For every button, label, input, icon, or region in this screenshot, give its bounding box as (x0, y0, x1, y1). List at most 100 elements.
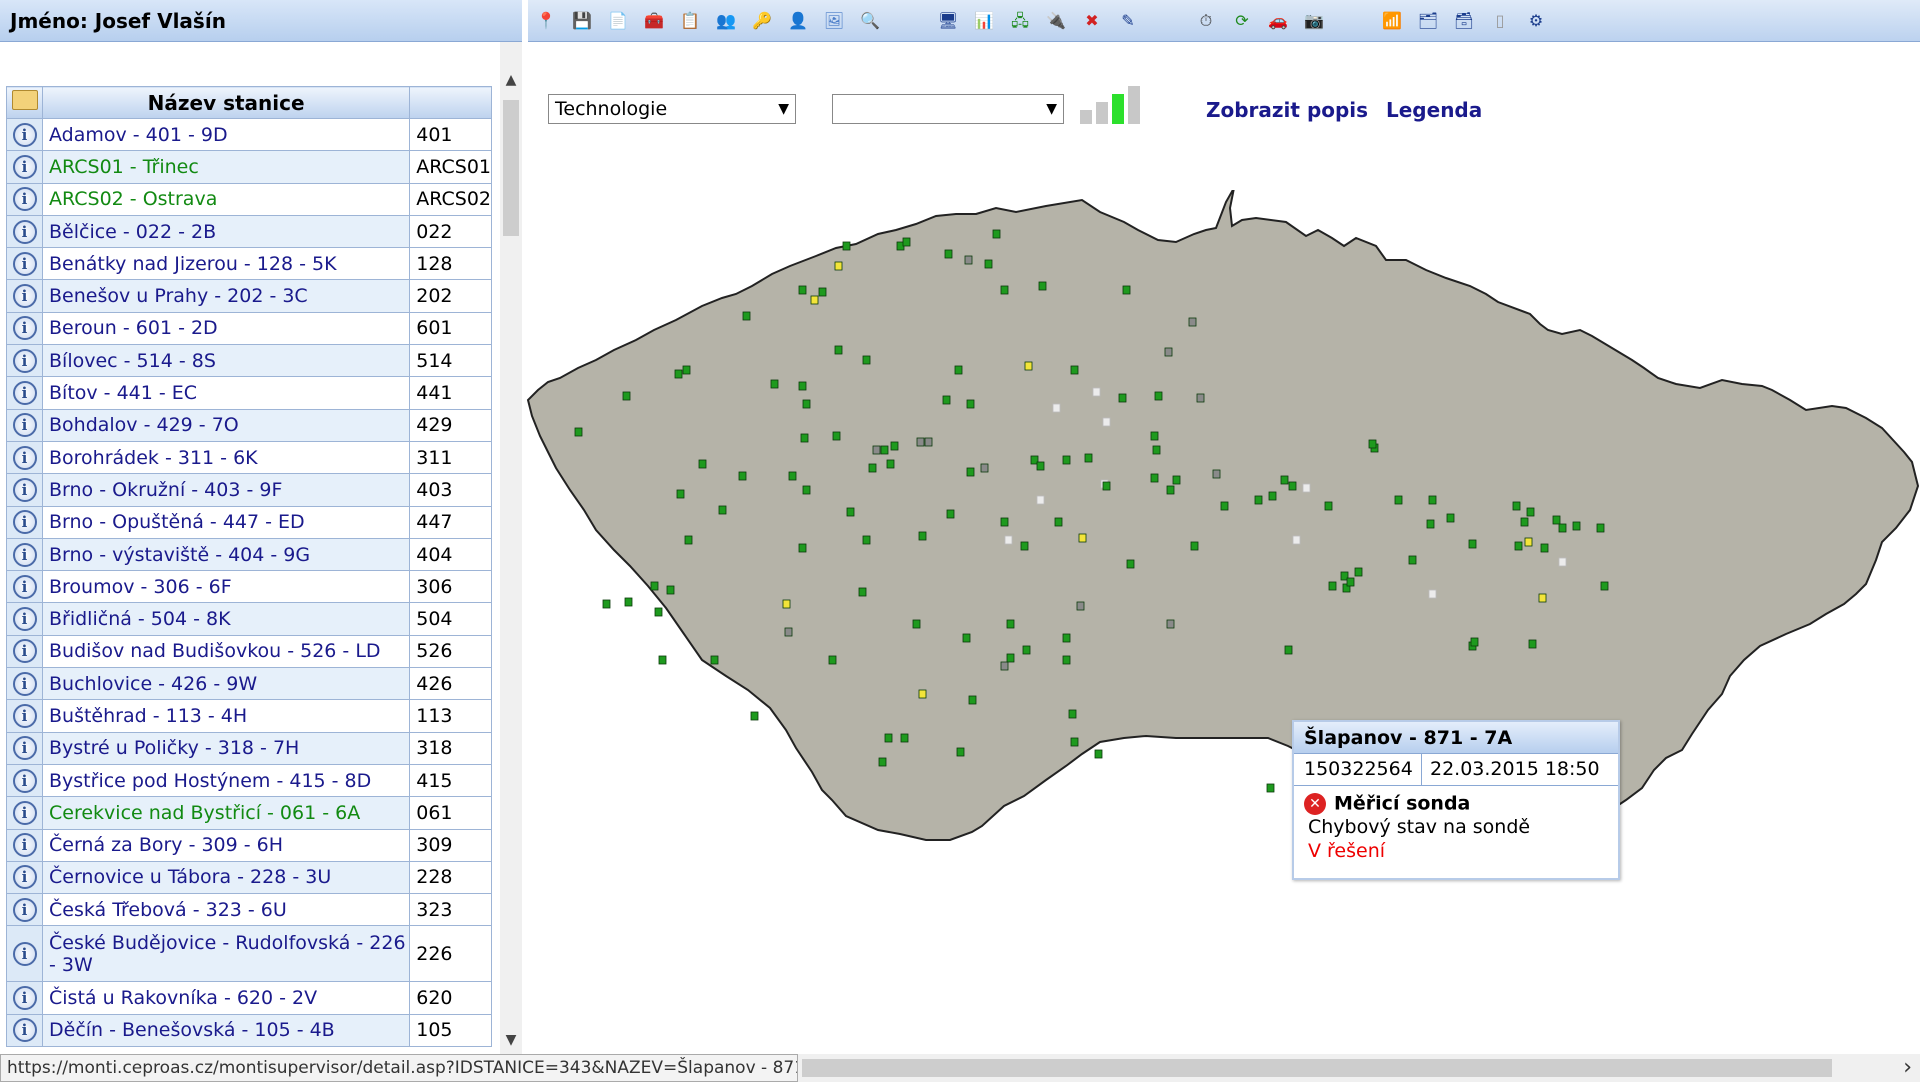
station-marker[interactable] (890, 441, 899, 451)
station-row[interactable]: i Brno - výstaviště - 404 - 9G 404 (6, 537, 492, 572)
station-marker[interactable] (784, 627, 793, 637)
station-marker[interactable] (1122, 285, 1131, 295)
station-marker[interactable] (1118, 393, 1127, 403)
station-marker[interactable] (1538, 593, 1547, 603)
station-info-cell[interactable]: i (6, 731, 43, 765)
document-export-icon[interactable]: 📄 (605, 8, 631, 34)
station-marker[interactable] (1426, 519, 1435, 529)
station-marker[interactable] (1268, 491, 1277, 501)
header-icon-cell[interactable] (6, 86, 43, 119)
station-name-header[interactable]: Název stanice (41, 86, 411, 119)
station-marker[interactable] (1076, 601, 1085, 611)
station-marker[interactable] (1428, 589, 1437, 599)
station-marker[interactable] (1166, 485, 1175, 495)
station-row[interactable]: i Břidličná - 504 - 8K 504 (6, 602, 492, 636)
station-name[interactable]: Bystřice pod Hostýnem - 415 - 8D (41, 763, 411, 798)
info-icon[interactable]: i (12, 703, 37, 728)
station-marker[interactable] (1062, 655, 1071, 665)
station-marker[interactable] (1024, 361, 1033, 371)
station-name[interactable]: Benešov u Prahy - 202 - 3C (41, 279, 411, 313)
station-marker[interactable] (738, 471, 747, 481)
station-marker[interactable] (886, 459, 895, 469)
station-marker[interactable] (1188, 317, 1197, 327)
station-info-cell[interactable]: i (6, 311, 43, 346)
station-marker[interactable] (1302, 483, 1311, 493)
chart-icon[interactable]: 📊 (971, 8, 997, 34)
station-marker[interactable] (1092, 387, 1101, 397)
info-icon[interactable]: i (12, 510, 37, 535)
station-marker[interactable] (880, 445, 889, 455)
station-info-cell[interactable]: i (6, 1013, 43, 1048)
station-marker[interactable] (858, 587, 867, 597)
station-marker[interactable] (802, 485, 811, 495)
station-marker[interactable] (1070, 365, 1079, 375)
info-icon[interactable]: i (12, 316, 37, 341)
station-marker[interactable] (1020, 541, 1029, 551)
station-name[interactable]: Beroun - 601 - 2D (41, 311, 411, 346)
station-row[interactable]: i Buchlovice - 426 - 9W 426 (6, 667, 492, 701)
station-marker[interactable] (624, 597, 633, 607)
station-marker[interactable] (1552, 515, 1561, 525)
users-icon[interactable]: 👥 (713, 8, 739, 34)
refresh-icon[interactable]: ⟳ (1229, 8, 1255, 34)
signal-icon[interactable]: 📶 (1379, 8, 1405, 34)
station-row[interactable]: i ARCS01 - Třinec ARCS01 (6, 150, 492, 184)
station-row[interactable]: i České Budějovice - Rudolfovská - 226 - … (6, 925, 492, 983)
station-marker[interactable] (1572, 521, 1581, 531)
station-info-cell[interactable]: i (6, 440, 43, 475)
station-marker[interactable] (818, 287, 827, 297)
station-marker[interactable] (916, 437, 925, 447)
station-marker[interactable] (1292, 535, 1301, 545)
info-icon[interactable]: i (12, 187, 37, 212)
station-info-cell[interactable]: i (6, 214, 43, 249)
station-marker[interactable] (750, 711, 759, 721)
settings-window-icon[interactable]: ⚙ (1523, 8, 1549, 34)
station-marker[interactable] (1070, 737, 1079, 747)
station-name[interactable]: Břidličná - 504 - 8K (41, 602, 411, 636)
person-icon[interactable]: 👤 (785, 8, 811, 34)
info-icon[interactable]: i (12, 941, 37, 966)
station-marker[interactable] (1528, 639, 1537, 649)
info-icon[interactable]: i (12, 865, 37, 890)
station-marker[interactable] (832, 431, 841, 441)
station-row[interactable]: i Beroun - 601 - 2D 601 (6, 311, 492, 346)
legend-link[interactable]: Legenda (1386, 98, 1482, 122)
station-row[interactable]: i Čistá u Rakovníka - 620 - 2V 620 (6, 981, 492, 1015)
gallery-check-icon[interactable]: 🗃 (1451, 8, 1477, 34)
station-marker[interactable] (1600, 581, 1609, 591)
station-name[interactable]: Buštěhrad - 113 - 4H (41, 699, 411, 733)
station-marker[interactable] (1062, 455, 1071, 465)
station-marker[interactable] (946, 509, 955, 519)
station-marker[interactable] (1468, 539, 1477, 549)
station-info-cell[interactable]: i (6, 279, 43, 313)
station-marker[interactable] (1540, 543, 1549, 553)
station-marker[interactable] (658, 655, 667, 665)
station-info-cell[interactable]: i (6, 182, 43, 216)
info-icon[interactable]: i (12, 381, 37, 406)
station-marker[interactable] (1284, 645, 1293, 655)
stop-icon[interactable]: ✖ (1079, 8, 1105, 34)
station-marker[interactable] (1126, 559, 1135, 569)
station-marker[interactable] (872, 445, 881, 455)
station-marker[interactable] (918, 689, 927, 699)
station-name[interactable]: Adamov - 401 - 9D (41, 117, 411, 152)
station-marker[interactable] (992, 229, 1001, 239)
station-code-header[interactable] (409, 86, 492, 119)
camera-icon[interactable]: 📷 (1301, 8, 1327, 34)
station-marker[interactable] (900, 733, 909, 743)
station-marker[interactable] (1102, 481, 1111, 491)
station-marker[interactable] (862, 535, 871, 545)
station-marker[interactable] (574, 427, 583, 437)
station-info-cell[interactable]: i (6, 150, 43, 184)
station-marker[interactable] (1266, 783, 1275, 793)
station-marker[interactable] (878, 757, 887, 767)
station-marker[interactable] (1446, 513, 1455, 523)
station-name[interactable]: Borohrádek - 311 - 6K (41, 440, 411, 475)
station-marker[interactable] (1150, 473, 1159, 483)
station-name[interactable]: ARCS01 - Třinec (41, 150, 411, 184)
czech-map[interactable] (526, 190, 1920, 1040)
station-marker[interactable] (1038, 281, 1047, 291)
station-marker[interactable] (1078, 533, 1087, 543)
station-marker[interactable] (884, 733, 893, 743)
info-icon[interactable]: i (12, 833, 37, 858)
